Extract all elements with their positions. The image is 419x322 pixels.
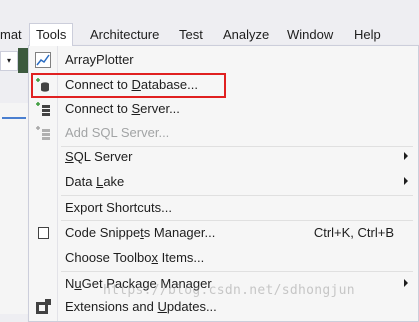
extensions-icon bbox=[35, 299, 51, 315]
menu-item-extensions-and-updates[interactable]: Extensions and Updates... bbox=[29, 295, 418, 319]
menu-item-label: Code Snippets Manager... bbox=[65, 225, 216, 240]
server-connect-icon bbox=[35, 101, 51, 117]
chart-icon bbox=[35, 52, 51, 68]
submenu-arrow-icon bbox=[404, 152, 408, 160]
menu-format[interactable]: mat bbox=[0, 24, 22, 46]
menu-item-data-lake[interactable]: Data Lake bbox=[29, 170, 418, 194]
toolbar-dropdown[interactable]: ▾ bbox=[0, 51, 18, 71]
menu-item-connect-to-server[interactable]: Connect to Server... bbox=[29, 97, 418, 121]
menu-window[interactable]: Window bbox=[287, 24, 333, 46]
menu-item-code-snippets-manager[interactable]: Code Snippets Manager... Ctrl+K, Ctrl+B bbox=[29, 221, 418, 245]
menu-bar: mat Tools Architecture Test Analyze Wind… bbox=[0, 0, 419, 48]
menu-item-arrayplotter[interactable]: ArrayPlotter bbox=[29, 48, 418, 72]
menu-test[interactable]: Test bbox=[179, 24, 203, 46]
menu-analyze[interactable]: Analyze bbox=[223, 24, 269, 46]
menu-help[interactable]: Help bbox=[354, 24, 381, 46]
menu-item-sql-server[interactable]: SQL Server bbox=[29, 145, 418, 169]
menu-item-export-shortcuts[interactable]: Export Shortcuts... bbox=[29, 196, 418, 220]
menu-item-label: Export Shortcuts... bbox=[65, 200, 172, 215]
side-panel bbox=[0, 103, 29, 314]
menu-item-add-sql-server: Add SQL Server... bbox=[29, 121, 418, 145]
menu-item-shortcut: Ctrl+K, Ctrl+B bbox=[313, 225, 394, 240]
submenu-arrow-icon bbox=[404, 177, 408, 185]
side-panel-tab[interactable] bbox=[2, 117, 26, 119]
menu-item-label: Choose Toolbox Items... bbox=[65, 250, 205, 265]
menu-item-label: Add SQL Server... bbox=[65, 125, 170, 140]
menu-item-label: ArrayPlotter bbox=[65, 52, 134, 67]
submenu-arrow-icon bbox=[404, 279, 408, 287]
menu-item-label: Connect to Server... bbox=[65, 101, 180, 116]
menu-item-label: Data Lake bbox=[65, 174, 125, 189]
add-sql-server-icon bbox=[35, 125, 51, 141]
highlight-annotation bbox=[31, 73, 226, 98]
menu-architecture[interactable]: Architecture bbox=[90, 24, 159, 46]
watermark: https://blog.csdn.net/sdhongjun bbox=[103, 283, 355, 298]
tools-menu: ArrayPlotter Connect to Database... Conn… bbox=[28, 45, 419, 322]
menu-item-label: Extensions and Updates... bbox=[65, 299, 217, 314]
menu-item-choose-toolbox-items[interactable]: Choose Toolbox Items... bbox=[29, 246, 418, 270]
menu-item-label: SQL Server bbox=[65, 149, 133, 164]
menu-tools[interactable]: Tools bbox=[29, 23, 74, 46]
checkbox-icon bbox=[35, 225, 51, 241]
